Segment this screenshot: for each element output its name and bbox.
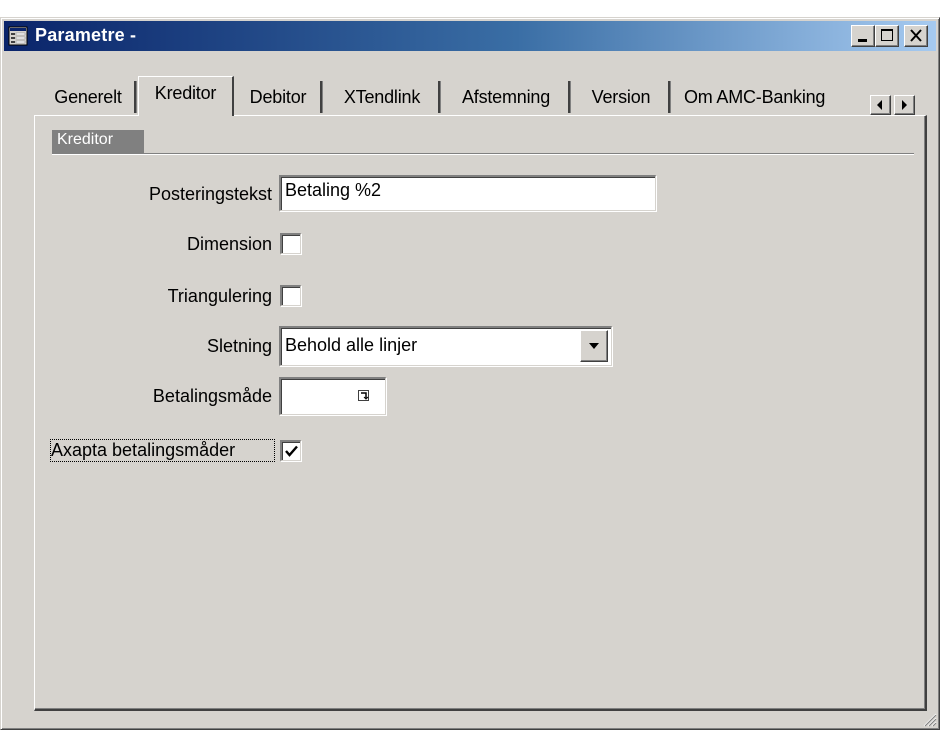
betalingsmaade-label: Betalingsmåde — [152, 386, 272, 406]
tab-label: XTendlink — [343, 87, 421, 107]
tab-om-amc-banking[interactable]: Om AMC-Banking — [674, 81, 858, 113]
window-title: Parametre - — [35, 25, 137, 45]
lookup-arrow-icon — [358, 390, 369, 401]
group-divider — [52, 153, 914, 155]
tab-scroll-right-button[interactable] — [894, 95, 915, 115]
chevron-down-icon — [589, 343, 599, 349]
tab-afstemning[interactable]: Afstemning — [444, 81, 570, 113]
maximize-icon — [881, 29, 893, 41]
tab-debitor[interactable]: Debitor — [236, 81, 322, 113]
tab-label: Kreditor — [154, 83, 217, 103]
posteringstekst-label: Posteringstekst — [148, 184, 272, 204]
minimize-button[interactable] — [851, 25, 875, 47]
checkmark-icon — [285, 445, 298, 457]
posteringstekst-value: Betaling %2 — [285, 180, 382, 200]
title-bar[interactable]: Parametre - — [4, 21, 936, 51]
sletning-dropdown-button[interactable] — [580, 330, 608, 362]
dimension-checkbox[interactable] — [280, 233, 301, 254]
tab-label: Om AMC-Banking — [684, 87, 826, 107]
triangulering-checkbox[interactable] — [280, 285, 301, 306]
betalingsmaade-lookup-button[interactable] — [347, 381, 382, 411]
sletning-value: Behold alle linjer — [285, 335, 418, 355]
tab-kreditor[interactable]: Kreditor — [138, 76, 234, 116]
tab-version[interactable]: Version — [574, 81, 670, 113]
form-icon — [8, 26, 28, 46]
close-icon — [910, 29, 922, 42]
triangulering-label: Triangulering — [167, 286, 272, 306]
tab-label: Afstemning — [461, 87, 551, 107]
close-button[interactable] — [904, 25, 928, 47]
axapta-betalingsmaader-checkbox[interactable] — [280, 440, 301, 461]
tab-scroll-left-button[interactable] — [870, 95, 891, 115]
sletning-select[interactable]: Behold alle linjer — [279, 326, 612, 366]
arrow-left-icon — [877, 100, 882, 110]
resize-grip-icon[interactable] — [921, 711, 937, 727]
minimize-icon — [858, 39, 867, 42]
maximize-button[interactable] — [875, 25, 899, 47]
posteringstekst-input[interactable]: Betaling %2 — [279, 175, 656, 211]
group-header: Kreditor — [52, 130, 144, 154]
tab-strip: Generelt Kreditor Debitor XTendlink Afst… — [36, 76, 926, 116]
tab-generelt[interactable]: Generelt — [42, 81, 136, 113]
tab-xtendlink[interactable]: XTendlink — [326, 81, 440, 113]
tab-label: Debitor — [249, 87, 307, 107]
tab-label: Version — [591, 87, 651, 107]
sletning-label: Sletning — [206, 336, 272, 356]
arrow-right-icon — [902, 100, 907, 110]
axapta-betalingsmaader-label: Axapta betalingsmåder — [50, 439, 275, 462]
tab-label: Generelt — [54, 87, 122, 107]
dimension-label: Dimension — [186, 234, 272, 254]
